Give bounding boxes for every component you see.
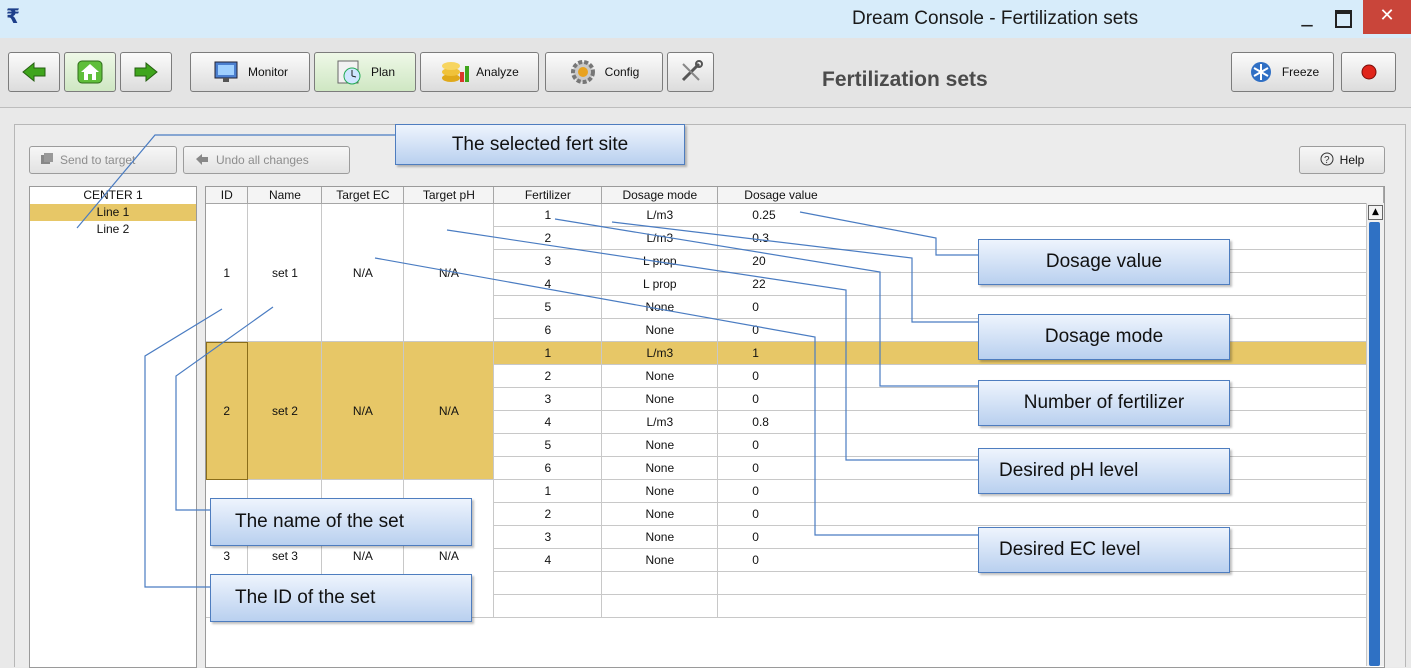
callout-selected-fert-site: The selected fert site: [395, 124, 685, 165]
callout-desired-ph: Desired pH level: [978, 448, 1230, 494]
callout-dosage-mode: Dosage mode: [978, 314, 1230, 360]
callout-dosage-value: Dosage value: [978, 239, 1230, 285]
callout-number-of-fertilizer: Number of fertilizer: [978, 380, 1230, 426]
callout-set-id: The ID of the set: [210, 574, 472, 622]
callout-desired-ec: Desired EC level: [978, 527, 1230, 573]
callout-set-name: The name of the set: [210, 498, 472, 546]
